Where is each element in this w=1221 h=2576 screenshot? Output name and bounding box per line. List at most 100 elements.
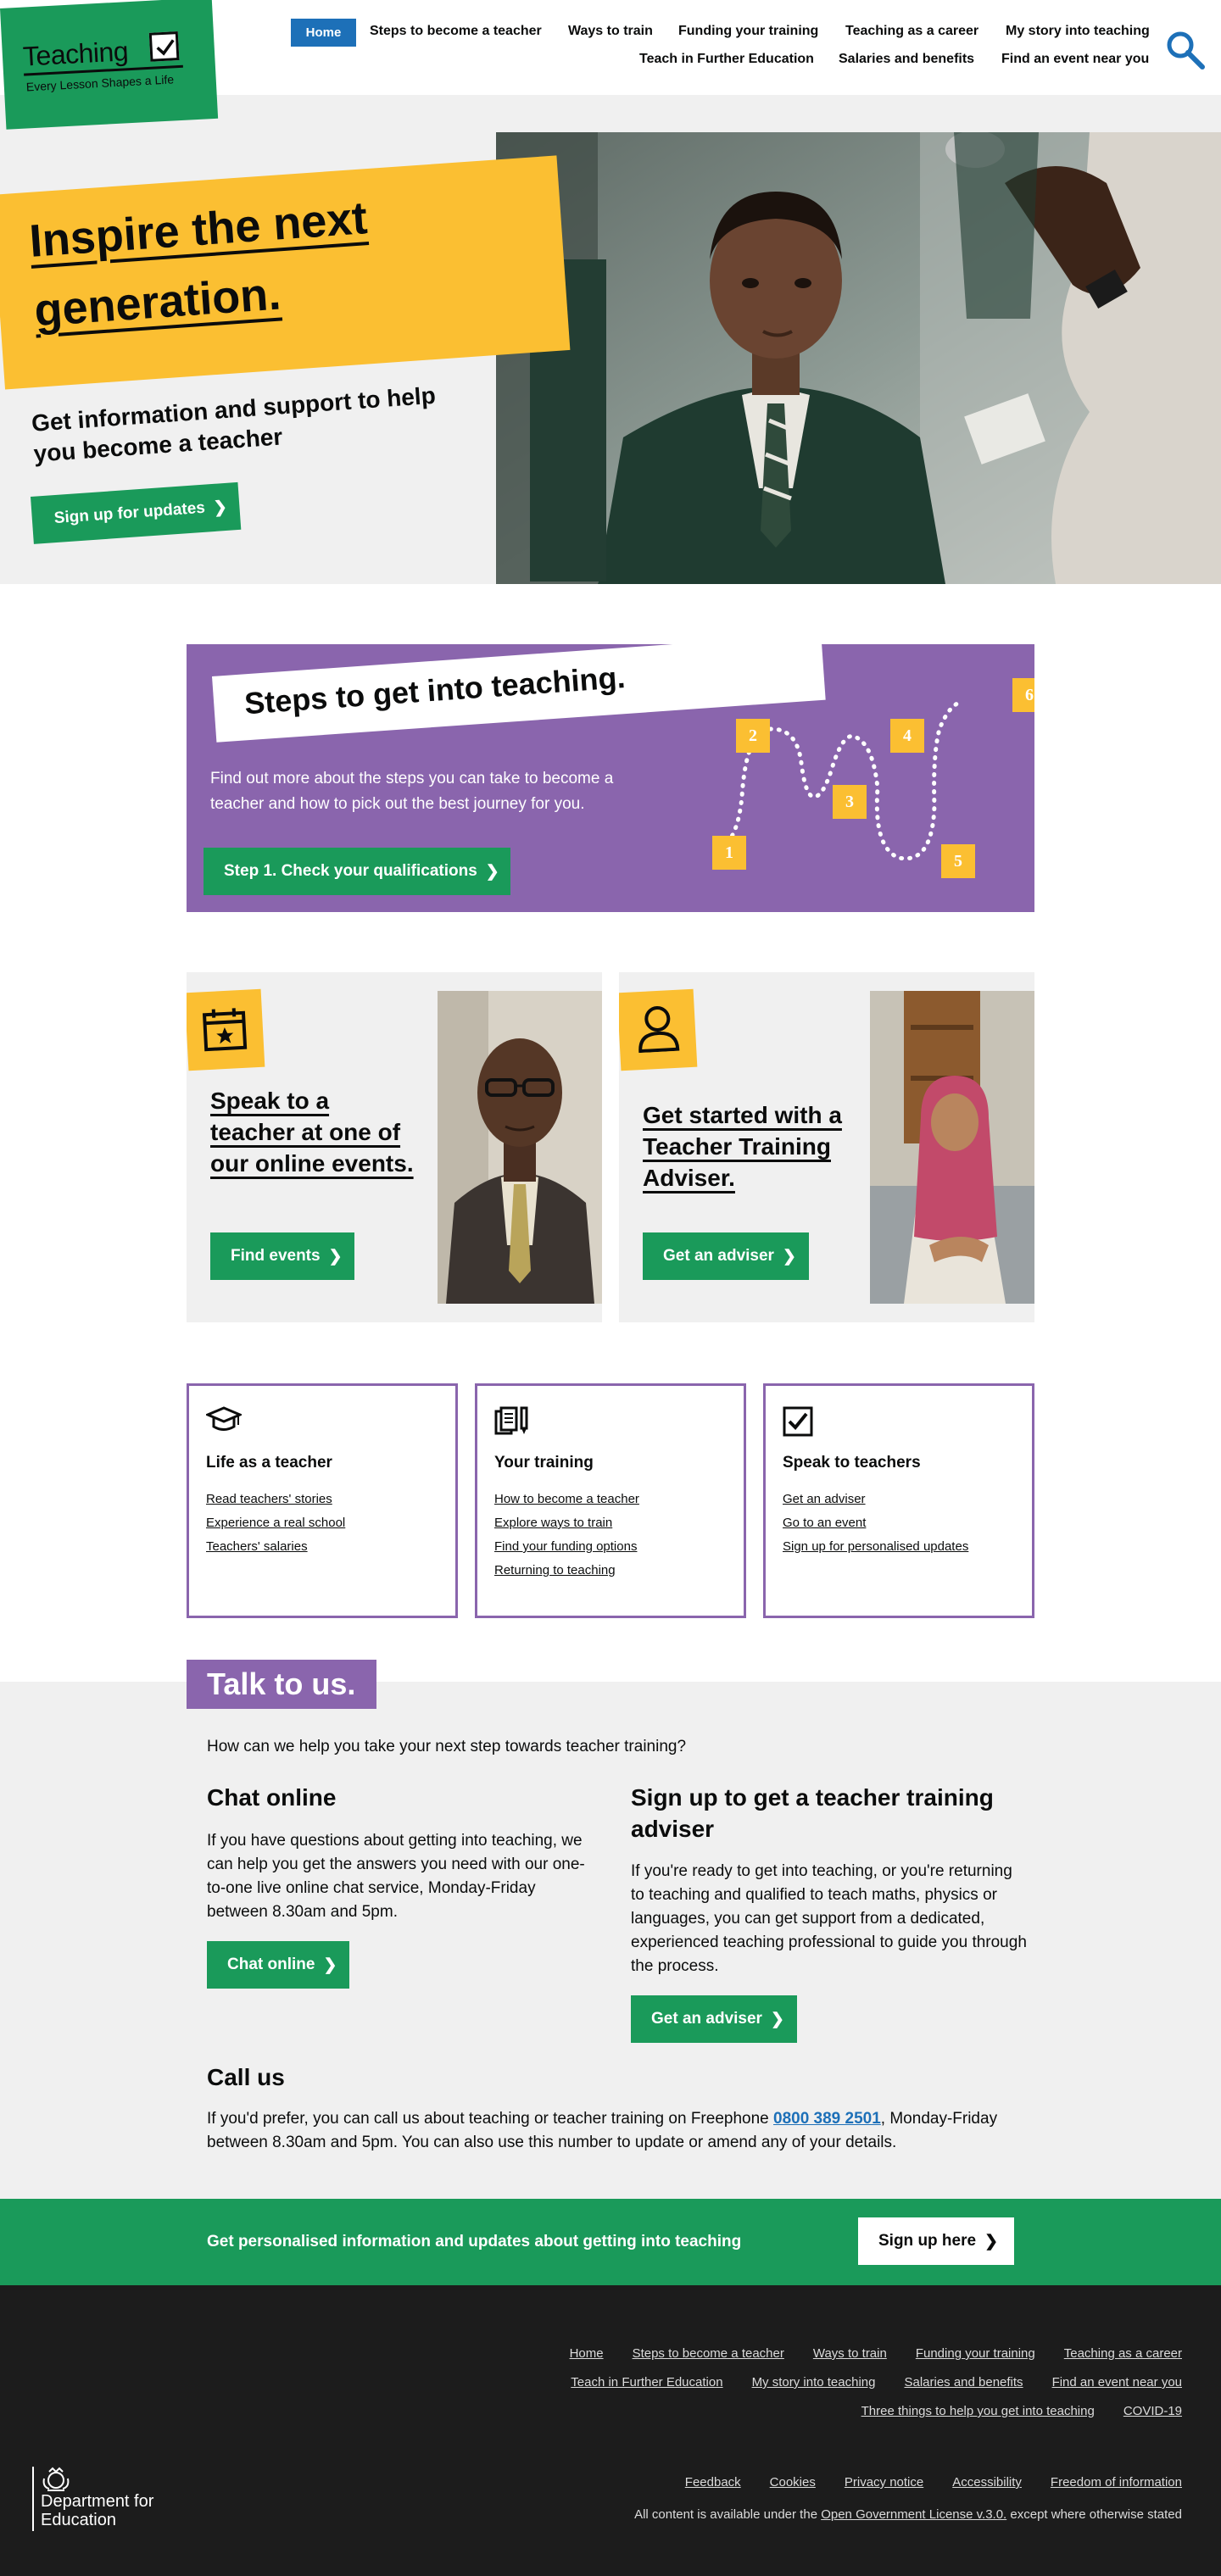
get-adviser-button[interactable]: Get an adviser ❯: [643, 1232, 809, 1280]
footer-link-salaries[interactable]: Salaries and benefits: [904, 2375, 1023, 2390]
find-events-label: Find events: [231, 1247, 321, 1265]
check-qualifications-button[interactable]: Step 1. Check your qualifications ❯: [204, 848, 510, 895]
footer-link-steps[interactable]: Steps to become a teacher: [633, 2346, 784, 2361]
nav-ways-to-train[interactable]: Ways to train: [568, 24, 653, 39]
nav-home[interactable]: Home: [291, 19, 356, 47]
life-as-teacher-title: Life as a teacher: [206, 1454, 332, 1472]
step-marker-4: 4: [890, 719, 924, 753]
chevron-right-icon: ❯: [485, 862, 499, 881]
ogl-link[interactable]: Open Government License v.3.0.: [821, 2507, 1006, 2522]
checkbox-icon: [783, 1406, 813, 1441]
adviser-photo: [870, 991, 1034, 1304]
nav-further-education[interactable]: Teach in Further Education: [639, 52, 814, 67]
funding-options-link[interactable]: Find your funding options: [494, 1539, 637, 1554]
life-as-teacher-links: Read teachers' stories Experience a real…: [206, 1492, 345, 1563]
graduation-cap-icon: [204, 1406, 243, 1438]
speak-to-teachers-links: Get an adviser Go to an event Sign up fo…: [783, 1492, 968, 1563]
footer-link-feedback[interactable]: Feedback: [685, 2475, 741, 2490]
footer-nav-row-3: Three things to help you get into teachi…: [861, 2404, 1182, 2418]
chevron-right-icon: ❯: [770, 2010, 784, 2028]
person-icon: [619, 988, 698, 1071]
check-qualifications-label: Step 1. Check your qualifications: [224, 862, 477, 880]
footer-legal-row: Feedback Cookies Privacy notice Accessib…: [685, 2475, 1182, 2490]
your-training-links: How to become a teacher Explore ways to …: [494, 1492, 639, 1587]
footer-link-cookies[interactable]: Cookies: [770, 2475, 816, 2490]
freephone-link[interactable]: 0800 389 2501: [773, 2110, 881, 2128]
talk-get-adviser-button[interactable]: Get an adviser ❯: [631, 1995, 797, 2043]
nav-steps[interactable]: Steps to become a teacher: [370, 24, 542, 39]
chevron-right-icon: ❯: [328, 1247, 343, 1266]
experience-school-link[interactable]: Experience a real school: [206, 1516, 345, 1530]
logo-tagline: Every Lesson Shapes a Life: [25, 72, 175, 94]
get-adviser-link[interactable]: Get an adviser: [783, 1492, 866, 1506]
footer-link-privacy[interactable]: Privacy notice: [845, 2475, 923, 2490]
steps-title: Steps to get into teaching.: [243, 659, 627, 721]
footer-nav-row-2: Teach in Further Education My story into…: [571, 2375, 1182, 2390]
step-marker-6: 6: [1012, 678, 1034, 712]
call-us-text: If you'd prefer, you can call us about t…: [207, 2107, 1021, 2155]
footer-link-funding[interactable]: Funding your training: [916, 2346, 1035, 2361]
step-marker-3: 3: [833, 785, 867, 819]
your-training-box: Your training How to become a teacher Ex…: [475, 1383, 746, 1618]
read-stories-link[interactable]: Read teachers' stories: [206, 1492, 332, 1506]
nav-find-event[interactable]: Find an event near you: [1001, 52, 1149, 67]
chevron-right-icon: ❯: [213, 498, 228, 517]
footer-link-three-things[interactable]: Three things to help you get into teachi…: [861, 2404, 1095, 2418]
footer-link-events[interactable]: Find an event near you: [1052, 2375, 1182, 2390]
footer-link-home[interactable]: Home: [570, 2346, 604, 2361]
go-to-event-link[interactable]: Go to an event: [783, 1516, 866, 1530]
teacher-salaries-link[interactable]: Teachers' salaries: [206, 1539, 308, 1554]
footer-link-career[interactable]: Teaching as a career: [1064, 2346, 1182, 2361]
online-events-title: Speak to a teacher at one of our online …: [210, 1085, 414, 1179]
adviser-card: Get started with a Teacher Training Advi…: [619, 972, 1034, 1322]
life-as-teacher-box: Life as a teacher Read teachers' stories…: [187, 1383, 458, 1618]
talk-get-adviser-label: Get an adviser: [651, 2010, 762, 2028]
step-marker-2: 2: [736, 719, 770, 753]
chat-online-title: Chat online: [207, 1784, 337, 1811]
talk-intro: How can we help you take your next step …: [207, 1738, 687, 1755]
nav-funding[interactable]: Funding your training: [678, 24, 818, 39]
get-adviser-label: Get an adviser: [663, 1247, 774, 1265]
license-after: except where otherwise stated: [1006, 2507, 1182, 2522]
step-marker-1: 1: [712, 836, 746, 870]
call-us-text-before: If you'd prefer, you can call us about t…: [207, 2110, 773, 2128]
adviser-title-text: Get started with a Teacher Training Advi…: [643, 1102, 842, 1191]
logo-wordmark: Teaching: [22, 36, 129, 72]
footer-link-ways[interactable]: Ways to train: [813, 2346, 887, 2361]
footer-link-foi[interactable]: Freedom of information: [1051, 2475, 1182, 2490]
explore-ways-link[interactable]: Explore ways to train: [494, 1516, 612, 1530]
footer-link-accessibility[interactable]: Accessibility: [952, 2475, 1022, 2490]
hero-title-line1: Inspire the next: [27, 192, 370, 267]
nav-career[interactable]: Teaching as a career: [845, 24, 978, 39]
chat-online-label: Chat online: [227, 1956, 315, 1973]
dfe-logo[interactable]: Department for Education: [32, 2467, 159, 2531]
adviser-signup-title: Sign up to get a teacher training advise…: [631, 1784, 994, 1842]
search-icon[interactable]: [1164, 29, 1207, 71]
chat-online-button[interactable]: Chat online ❯: [207, 1941, 349, 1989]
nav-my-story[interactable]: My story into teaching: [1006, 24, 1150, 39]
teaching-logo[interactable]: Teaching Every Lesson Shapes a Life: [0, 0, 219, 130]
find-events-button[interactable]: Find events ❯: [210, 1232, 354, 1280]
talk-to-us-section: How can we help you take your next step …: [0, 1682, 1221, 2199]
footer-link-covid[interactable]: COVID-19: [1123, 2404, 1182, 2418]
royal-crest-icon: [42, 2467, 70, 2491]
dfe-name: Department for Education: [41, 2492, 154, 2529]
chat-online-text: If you have questions about getting into…: [207, 1832, 585, 1921]
footer-nav-row-1: Home Steps to become a teacher Ways to t…: [570, 2346, 1182, 2361]
how-to-become-link[interactable]: How to become a teacher: [494, 1492, 639, 1506]
sign-up-here-button[interactable]: Sign up here ❯: [858, 2217, 1014, 2265]
sign-up-here-label: Sign up here: [878, 2232, 977, 2250]
nav-salaries[interactable]: Salaries and benefits: [839, 52, 974, 67]
adviser-title: Get started with a Teacher Training Advi…: [643, 1099, 846, 1193]
site-footer: Home Steps to become a teacher Ways to t…: [0, 2285, 1221, 2576]
returning-link[interactable]: Returning to teaching: [494, 1563, 616, 1577]
footer-link-fe[interactable]: Teach in Further Education: [571, 2375, 722, 2390]
license-text: All content is available under the Open …: [634, 2507, 1182, 2522]
sign-up-updates-label: Sign up for updates: [53, 498, 206, 528]
personalised-updates-link[interactable]: Sign up for personalised updates: [783, 1539, 968, 1554]
footer-link-my-story[interactable]: My story into teaching: [752, 2375, 876, 2390]
call-us-title: Call us: [207, 2064, 285, 2090]
steps-section: Steps to get into teaching. Find out mor…: [187, 644, 1034, 912]
license-before: All content is available under the: [634, 2507, 822, 2522]
step-marker-5: 5: [941, 844, 975, 878]
